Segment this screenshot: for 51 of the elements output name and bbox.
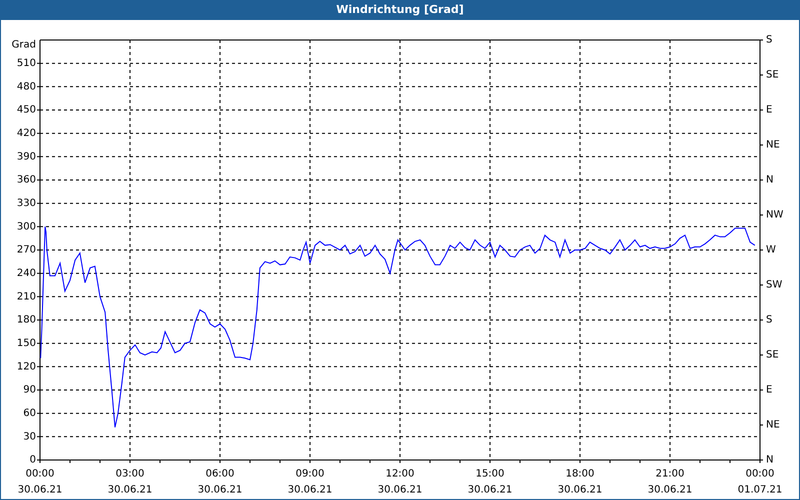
x-axis-label: 09:00 bbox=[296, 468, 324, 480]
y-axis-label: 90 bbox=[23, 384, 36, 396]
x-axis-date-label: 30.06.21 bbox=[558, 484, 602, 496]
x-axis-date-label: 30.06.21 bbox=[468, 484, 512, 496]
x-axis-label: 00:00 bbox=[746, 468, 774, 480]
x-axis-date-label: 30.06.21 bbox=[288, 484, 332, 496]
y-axis-label: 270 bbox=[16, 244, 36, 256]
y-axis-label: 360 bbox=[16, 174, 36, 186]
y-axis-label: 420 bbox=[16, 128, 36, 140]
y-axis-label: 180 bbox=[16, 314, 36, 326]
y-axis-label: 450 bbox=[16, 104, 36, 116]
y-axis-title: Grad bbox=[12, 40, 36, 51]
right-axis-label: NW bbox=[766, 210, 784, 221]
x-axis-date-label: 30.06.21 bbox=[198, 484, 242, 496]
y-axis-label: 150 bbox=[16, 338, 36, 350]
y-axis-label: 510 bbox=[16, 58, 36, 70]
y-axis-label: 60 bbox=[23, 408, 36, 420]
x-axis-label: 15:00 bbox=[476, 468, 504, 480]
right-axis-label: N bbox=[766, 454, 774, 466]
x-axis-label: 18:00 bbox=[566, 468, 594, 480]
y-axis-label: 210 bbox=[16, 291, 36, 302]
y-axis-label: 390 bbox=[16, 151, 36, 162]
x-axis-date-label: 30.06.21 bbox=[108, 484, 152, 496]
y-axis-label: 330 bbox=[16, 198, 36, 210]
right-axis-label: NE bbox=[766, 420, 780, 431]
y-axis-label: 480 bbox=[16, 81, 36, 92]
y-axis-label: 0 bbox=[30, 454, 36, 466]
right-axis-label: SW bbox=[766, 280, 782, 291]
right-axis-label: SE bbox=[766, 350, 779, 361]
x-axis-label: 06:00 bbox=[206, 468, 234, 480]
y-axis-label: 240 bbox=[16, 268, 36, 280]
x-axis-date-label: 01.07.21 bbox=[738, 484, 782, 496]
right-axis-label: S bbox=[766, 34, 772, 46]
x-axis-date-label: 30.06.21 bbox=[18, 484, 62, 496]
x-axis-date-label: 30.06.21 bbox=[648, 484, 692, 496]
right-axis-label: S bbox=[766, 314, 772, 326]
x-axis-date-label: 30.06.21 bbox=[378, 484, 422, 496]
right-axis-label: NE bbox=[766, 140, 780, 151]
right-axis-label: E bbox=[766, 104, 772, 116]
y-axis-label: 120 bbox=[16, 361, 36, 372]
right-axis-label: E bbox=[766, 384, 772, 396]
x-axis-label: 03:00 bbox=[116, 468, 144, 480]
x-axis-label: 00:00 bbox=[26, 468, 54, 480]
y-axis-label: 300 bbox=[16, 221, 36, 232]
x-axis-label: 12:00 bbox=[386, 468, 414, 480]
x-axis-label: 21:00 bbox=[656, 468, 684, 480]
right-axis-label: N bbox=[766, 174, 774, 186]
y-axis-label: 30 bbox=[23, 431, 36, 442]
window-title: Windrichtung [Grad] bbox=[1, 0, 799, 20]
right-axis-label: SE bbox=[766, 70, 779, 81]
right-axis-label: W bbox=[766, 244, 776, 256]
